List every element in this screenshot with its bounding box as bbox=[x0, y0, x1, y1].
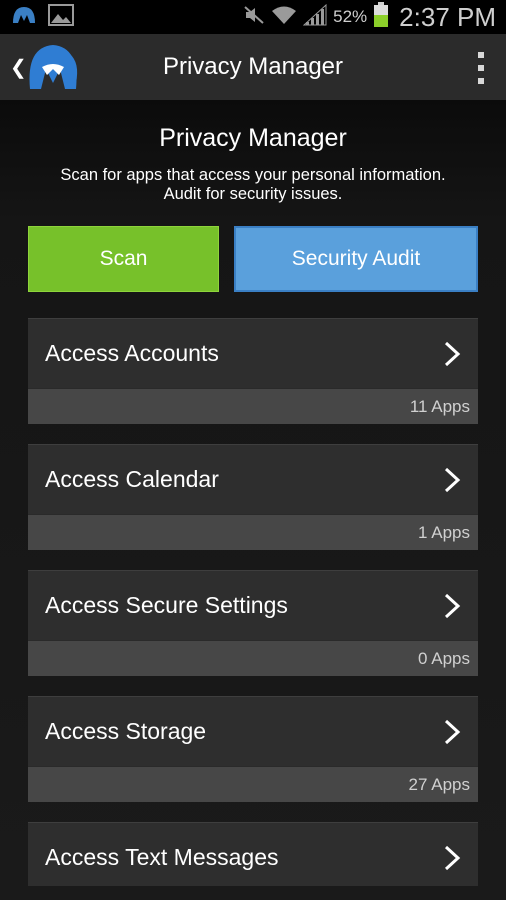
signal-icon bbox=[302, 3, 327, 31]
subtitle-line-1: Scan for apps that access your personal … bbox=[60, 166, 446, 184]
category-app-count: 11 Apps bbox=[28, 388, 478, 424]
scan-button[interactable]: Scan bbox=[28, 226, 219, 292]
chevron-right-icon bbox=[444, 341, 461, 367]
page-subtitle: Scan for apps that access your personal … bbox=[0, 166, 506, 204]
status-bar: 52% 2:37 PM bbox=[0, 0, 506, 34]
category-label: Access Accounts bbox=[45, 340, 219, 366]
category-app-count: 1 Apps bbox=[28, 514, 478, 550]
category-access-calendar[interactable]: Access Calendar 1 Apps bbox=[28, 444, 478, 550]
category-access-storage[interactable]: Access Storage 27 Apps bbox=[28, 696, 478, 802]
category-label: Access Calendar bbox=[45, 466, 219, 492]
category-label: Access Secure Settings bbox=[45, 592, 288, 618]
battery-icon bbox=[373, 1, 389, 33]
malwarebytes-notification-icon bbox=[10, 3, 38, 32]
battery-percent: 52% bbox=[333, 7, 368, 26]
category-app-count: 27 Apps bbox=[28, 766, 478, 802]
chevron-right-icon bbox=[444, 467, 461, 493]
category-header[interactable]: Access Accounts bbox=[28, 318, 478, 388]
category-header[interactable]: Access Text Messages bbox=[28, 822, 478, 886]
mute-icon bbox=[243, 5, 265, 30]
wifi-icon bbox=[271, 5, 297, 30]
chevron-right-icon bbox=[444, 593, 461, 619]
overflow-menu-icon[interactable] bbox=[474, 52, 488, 84]
category-access-text-messages[interactable]: Access Text Messages bbox=[28, 822, 478, 886]
category-label: Access Text Messages bbox=[45, 844, 279, 870]
image-notification-icon bbox=[48, 3, 74, 31]
category-app-count: 0 Apps bbox=[28, 640, 478, 676]
page-title: Privacy Manager bbox=[159, 124, 347, 152]
category-header[interactable]: Access Calendar bbox=[28, 444, 478, 514]
security-audit-button[interactable]: Security Audit bbox=[234, 226, 478, 292]
category-header[interactable]: Access Secure Settings bbox=[28, 570, 478, 640]
malwarebytes-logo[interactable] bbox=[24, 39, 82, 95]
category-label: Access Storage bbox=[45, 718, 207, 744]
clock: 2:37 PM bbox=[399, 1, 496, 32]
action-bar: ❮ Privacy Manager bbox=[0, 34, 506, 100]
category-access-secure-settings[interactable]: Access Secure Settings 0 Apps bbox=[28, 570, 478, 676]
category-access-accounts[interactable]: Access Accounts 11 Apps bbox=[28, 318, 478, 424]
up-navigation-icon[interactable]: ❮ bbox=[10, 55, 27, 80]
chevron-right-icon bbox=[444, 719, 461, 745]
chevron-right-icon bbox=[444, 845, 461, 871]
subtitle-line-2: Audit for security issues. bbox=[163, 185, 343, 203]
main-content: Privacy Manager Scan for apps that acces… bbox=[0, 100, 506, 900]
category-header[interactable]: Access Storage bbox=[28, 696, 478, 766]
